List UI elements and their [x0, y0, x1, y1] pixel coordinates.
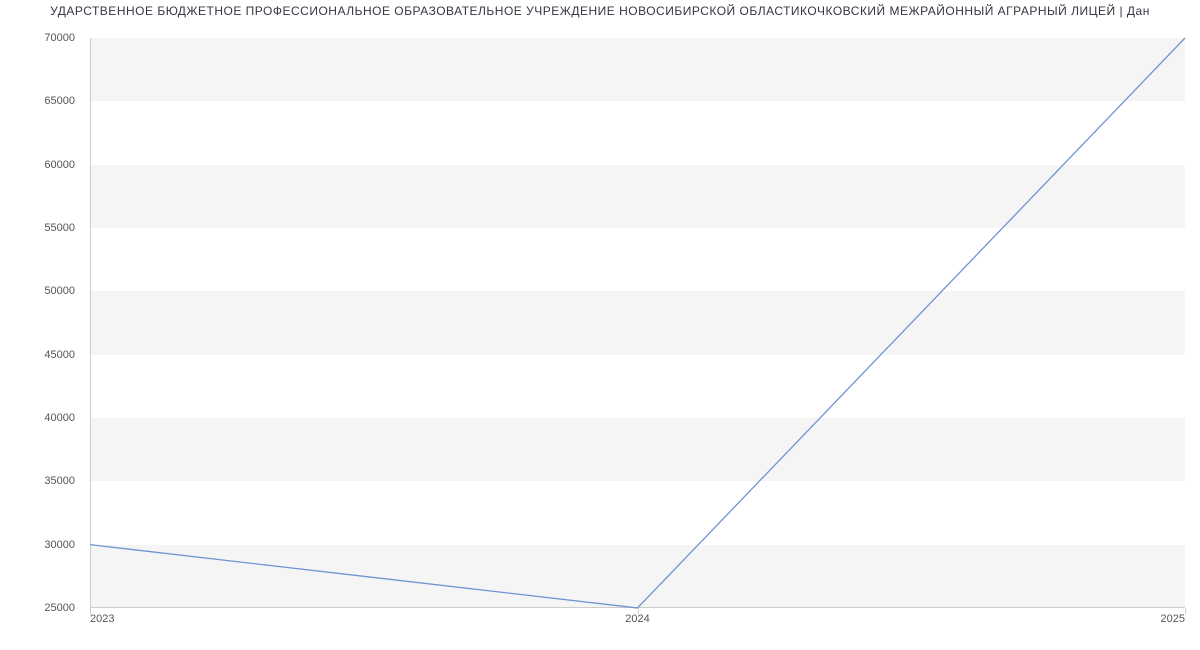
- x-tick-label: 2024: [625, 613, 649, 625]
- y-tick-label: 30000: [44, 539, 75, 551]
- x-tick-label: 2023: [90, 613, 114, 625]
- line-series: [90, 38, 1185, 608]
- x-tick-label: 2025: [1161, 613, 1185, 625]
- series-line: [90, 38, 1185, 608]
- y-tick-label: 60000: [44, 159, 75, 171]
- chart-area: 2500030000350004000045000500005500060000…: [90, 38, 1185, 608]
- y-tick-label: 70000: [44, 32, 75, 44]
- y-tick-label: 55000: [44, 222, 75, 234]
- plot-area: [90, 38, 1185, 608]
- x-tick: [1185, 608, 1186, 614]
- y-tick-label: 45000: [44, 349, 75, 361]
- y-tick-label: 50000: [44, 285, 75, 297]
- chart-title: УДАРСТВЕННОЕ БЮДЖЕТНОЕ ПРОФЕССИОНАЛЬНОЕ …: [0, 4, 1200, 18]
- y-tick-label: 65000: [44, 95, 75, 107]
- y-tick-label: 40000: [44, 412, 75, 424]
- y-tick-label: 35000: [44, 475, 75, 487]
- y-tick-label: 25000: [44, 602, 75, 614]
